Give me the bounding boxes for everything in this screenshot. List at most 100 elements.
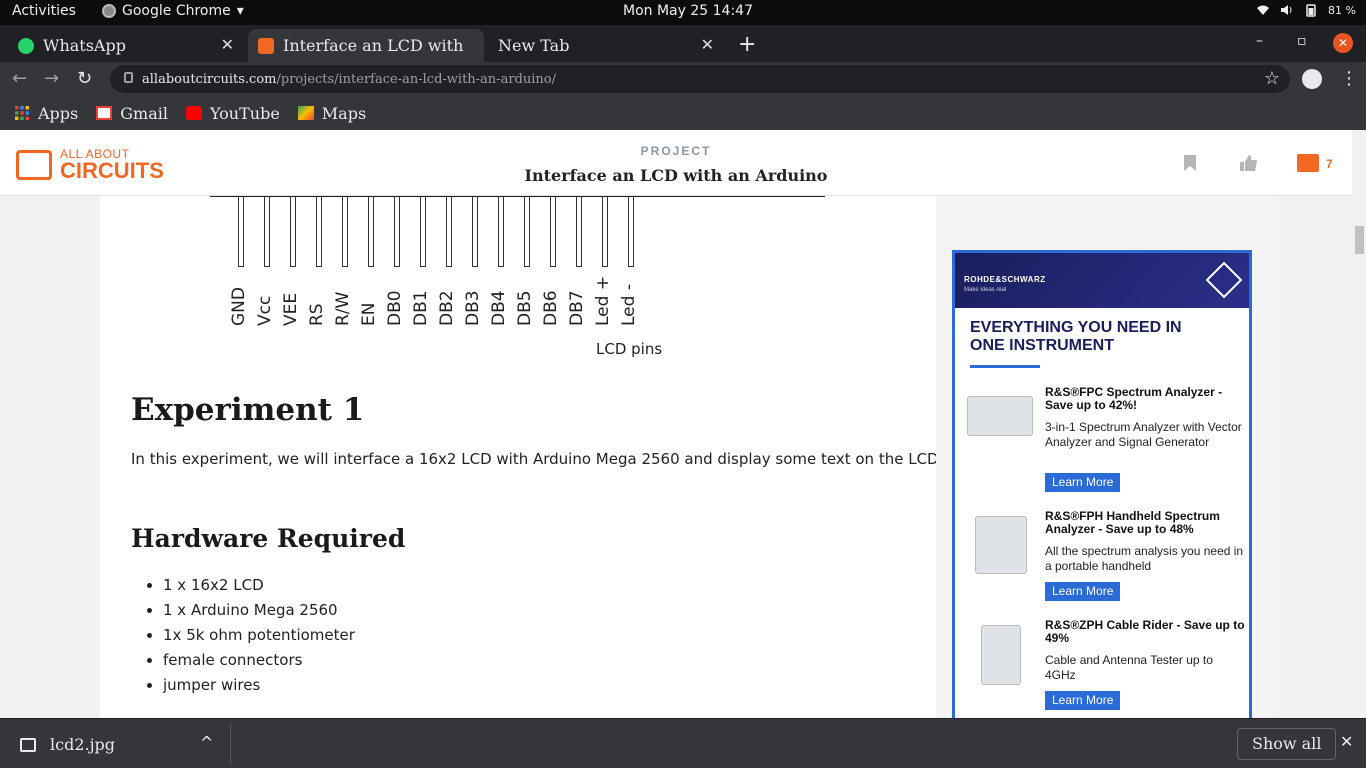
- tab-close-icon[interactable]: ✕: [221, 35, 234, 54]
- battery-icon: [1306, 4, 1316, 17]
- tab-label: New Tab: [498, 36, 570, 55]
- ad-item[interactable]: R&S®FPH Handheld Spectrum Analyzer - Sav…: [955, 510, 1249, 620]
- bookmark-gmail[interactable]: Gmail: [96, 104, 168, 123]
- pin-lead: [368, 197, 374, 267]
- scrollbar-track[interactable]: [1352, 130, 1366, 718]
- cable-rider-image[interactable]: [981, 625, 1021, 685]
- web-page: ALL ABOUT CIRCUITS PROJECT Interface an …: [0, 130, 1366, 718]
- ad-brand: ROHDE&SCHWARZ: [964, 275, 1046, 284]
- pin-lead: [394, 197, 400, 267]
- pin-lead: [238, 197, 244, 267]
- url-text: allaboutcircuits.com/projects/interface-…: [142, 72, 556, 87]
- thumbs-up-icon[interactable]: [1239, 154, 1259, 172]
- learn-more-button[interactable]: Learn More: [1045, 582, 1121, 601]
- ad-item[interactable]: R&S®ZPH Cable Rider - Save up to 49% Cab…: [955, 619, 1249, 718]
- list-item: 1x 5k ohm potentiometer: [163, 626, 355, 651]
- ad-item-title[interactable]: R&S®ZPH Cable Rider - Save up to 49%: [1045, 619, 1245, 645]
- app-menu-arrow: ▾: [236, 3, 244, 19]
- system-tray[interactable]: 81 %: [1256, 3, 1356, 17]
- download-filename: lcd2.jpg: [50, 735, 116, 754]
- list-item: jumper wires: [163, 676, 355, 701]
- minimize-button[interactable]: –: [1256, 33, 1263, 49]
- bookmark-apps[interactable]: Apps: [14, 104, 78, 123]
- learn-more-button[interactable]: Learn More: [1045, 473, 1121, 492]
- experiment-heading: Experiment 1: [131, 392, 365, 428]
- project-label: PROJECT: [640, 144, 712, 158]
- ad-banner[interactable]: ROHDE&SCHWARZ Make ideas real: [955, 253, 1249, 308]
- bookmark-maps[interactable]: Maps: [297, 104, 366, 123]
- close-downloads-button[interactable]: ✕: [1340, 732, 1353, 751]
- ad-item-title[interactable]: R&S®FPH Handheld Spectrum Analyzer - Sav…: [1045, 510, 1245, 536]
- battery-percent: 81 %: [1328, 3, 1356, 17]
- hardware-list: 1 x 16x2 LCD 1 x Arduino Mega 2560 1x 5k…: [163, 576, 355, 701]
- diagram-baseline: [210, 196, 825, 197]
- ad-item-desc: Cable and Antenna Tester up to 4GHz: [1045, 653, 1213, 682]
- pin-lead: [290, 197, 296, 267]
- scrollbar-thumb[interactable]: [1355, 226, 1364, 254]
- tab-new-tab[interactable]: New Tab ✕: [488, 29, 724, 62]
- lock-icon[interactable]: [124, 72, 133, 83]
- site-header: ALL ABOUT CIRCUITS PROJECT Interface an …: [0, 130, 1352, 196]
- bookmark-star-icon[interactable]: ☆: [1264, 68, 1280, 89]
- bookmarks-bar: Apps Gmail YouTube Maps: [0, 96, 1366, 130]
- profile-avatar[interactable]: [1302, 69, 1322, 89]
- learn-more-button[interactable]: Learn More: [1045, 691, 1121, 710]
- clock[interactable]: Mon May 25 14:47: [623, 3, 753, 19]
- chevron-up-icon[interactable]: ^: [200, 733, 213, 752]
- diagram-caption: LCD pins: [596, 340, 663, 358]
- apps-grid-icon: [15, 106, 29, 120]
- close-window-button[interactable]: ✕: [1333, 33, 1353, 53]
- divider: [230, 723, 231, 765]
- download-item[interactable]: lcd2.jpg: [20, 735, 115, 754]
- pin-lead: [316, 197, 322, 267]
- youtube-icon: [185, 106, 202, 120]
- show-all-button[interactable]: Show all: [1237, 728, 1337, 760]
- volume-icon: [1281, 5, 1292, 15]
- tab-interface-lcd[interactable]: Interface an LCD with a: [248, 29, 484, 62]
- list-item: female connectors: [163, 651, 355, 676]
- comment-icon[interactable]: [1297, 154, 1319, 172]
- pin-lead: [264, 197, 270, 267]
- pin-label: Led -: [619, 284, 639, 326]
- page-title: Interface an LCD with an Arduino: [524, 166, 828, 185]
- downloads-bar: lcd2.jpg ^ Show all ✕: [0, 718, 1366, 768]
- bookmark-icon[interactable]: [1183, 154, 1197, 172]
- comment-count[interactable]: 7: [1326, 157, 1333, 171]
- browser-toolbar: ← → ↻ allaboutcircuits.com/projects/inte…: [0, 62, 1366, 96]
- app-name: Google Chrome: [122, 3, 231, 19]
- experiment-text: In this experiment, we will interface a …: [131, 450, 944, 468]
- reload-button[interactable]: ↻: [77, 68, 92, 89]
- pin-lead: [550, 197, 556, 267]
- forward-button[interactable]: →: [44, 68, 59, 89]
- bookmark-label: Gmail: [120, 103, 168, 123]
- list-item: 1 x Arduino Mega 2560: [163, 601, 355, 626]
- tab-close-icon[interactable]: ✕: [701, 35, 714, 54]
- ad-tagline: Make ideas real: [964, 287, 1007, 293]
- activities-button[interactable]: Activities: [12, 3, 76, 19]
- allaboutcircuits-favicon-icon: [258, 37, 274, 54]
- pin-lead: [472, 197, 478, 267]
- app-menu[interactable]: Google Chrome ▾: [102, 3, 244, 19]
- gmail-icon: [96, 106, 113, 120]
- ad-item[interactable]: R&S®FPC Spectrum Analyzer - Save up to 4…: [955, 386, 1249, 496]
- advertisement[interactable]: ROHDE&SCHWARZ Make ideas real EVERYTHING…: [952, 250, 1252, 718]
- pin-lead: [420, 197, 426, 267]
- ad-item-title[interactable]: R&S®FPC Spectrum Analyzer - Save up to 4…: [1045, 386, 1245, 412]
- list-item: 1 x 16x2 LCD: [163, 576, 355, 601]
- handheld-analyzer-image[interactable]: [975, 516, 1027, 574]
- ad-headline: EVERYTHING YOU NEED IN ONE INSTRUMENT: [970, 319, 1182, 354]
- spectrum-analyzer-image[interactable]: [967, 396, 1033, 436]
- address-bar[interactable]: allaboutcircuits.com/projects/interface-…: [110, 65, 1290, 93]
- new-tab-button[interactable]: +: [738, 32, 756, 57]
- back-button[interactable]: ←: [12, 68, 27, 89]
- bookmark-youtube[interactable]: YouTube: [185, 104, 280, 123]
- chrome-menu-button[interactable]: ⋮: [1340, 68, 1358, 89]
- image-file-icon: [20, 737, 36, 752]
- pin-lead: [628, 197, 634, 267]
- maximize-button[interactable]: ▫: [1297, 33, 1307, 49]
- tab-strip: WhatsApp ✕ Interface an LCD with a New T…: [0, 25, 1366, 62]
- tab-whatsapp[interactable]: WhatsApp ✕: [8, 29, 244, 62]
- tab-label: WhatsApp: [43, 36, 126, 55]
- chrome-icon: [102, 4, 116, 18]
- rohde-schwarz-logo-icon: [1205, 261, 1243, 299]
